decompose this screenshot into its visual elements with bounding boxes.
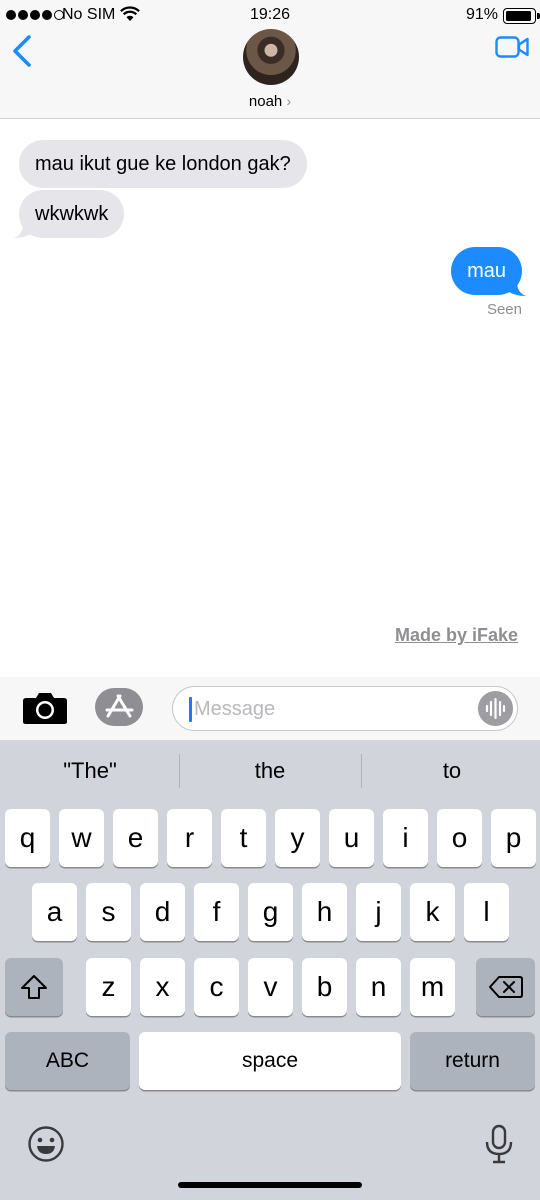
avatar[interactable] [243,29,299,85]
app-store-icon[interactable] [95,688,143,726]
key-f[interactable]: f [194,883,239,941]
audio-waveform-icon[interactable] [478,691,513,726]
keyboard: "The" the to qwertyuiop asdfghjkl zxcvbn… [0,740,540,1200]
status-bar: No SIM 19:26 91% [0,0,540,32]
home-indicator [178,1182,362,1188]
key-a[interactable]: a [32,883,77,941]
suggestion-3[interactable]: to [362,758,540,784]
key-e[interactable]: e [113,809,158,867]
camera-icon[interactable] [22,691,68,725]
battery-percent: 91% [465,6,498,23]
key-r[interactable]: r [167,809,212,867]
key-p[interactable]: p [491,809,536,867]
watermark: Made by iFake [394,625,518,645]
space-label: space [241,1049,299,1072]
chevron-right-icon: › [286,93,292,109]
key-b[interactable]: b [302,958,347,1016]
predictive-bar: "The" the to [0,740,540,802]
key-o[interactable]: o [437,809,482,867]
chevron-left-icon[interactable] [10,34,34,68]
key-w[interactable]: w [59,809,104,867]
abc-key[interactable]: ABC [5,1032,130,1090]
key-c[interactable]: c [194,958,239,1016]
key-u[interactable]: u [329,809,374,867]
key-d[interactable]: d [140,883,185,941]
key-h[interactable]: h [302,883,347,941]
key-j[interactable]: j [356,883,401,941]
space-key[interactable]: space [139,1032,401,1090]
emoji-icon[interactable] [27,1125,65,1163]
key-v[interactable]: v [248,958,293,1016]
suggestion-2[interactable]: the [180,758,360,784]
delete-key[interactable] [476,958,535,1016]
key-n[interactable]: n [356,958,401,1016]
shift-key[interactable] [5,958,63,1016]
contact-name-button[interactable]: noah › [0,93,540,110]
abc-label: ABC [45,1049,90,1072]
shift-icon [21,975,47,999]
key-i[interactable]: i [383,809,428,867]
message-input-bar: Message [0,677,540,740]
key-k[interactable]: k [410,883,455,941]
suggestion-1[interactable]: "The" [0,758,180,784]
read-receipt: Seen [486,301,522,318]
video-camera-icon[interactable] [495,36,529,58]
message-input[interactable]: Message [172,686,518,731]
key-y[interactable]: y [275,809,320,867]
message-text: mau [467,260,506,282]
return-label: return [445,1049,500,1072]
conversation-header: No SIM 19:26 91% noah › [0,0,540,119]
key-z[interactable]: z [86,958,131,1016]
bubble-tail [14,226,34,238]
text-caret [189,697,192,722]
key-s[interactable]: s [86,883,131,941]
message-placeholder: Message [194,698,276,720]
key-g[interactable]: g [248,883,293,941]
key-m[interactable]: m [410,958,455,1016]
bubble-tail [506,284,526,296]
key-x[interactable]: x [140,958,185,1016]
microphone-icon[interactable] [484,1124,514,1164]
key-q[interactable]: q [5,809,50,867]
message-text: mau ikut gue ke london gak? [35,153,291,175]
delete-icon [488,976,523,998]
battery-icon [503,8,540,24]
return-key[interactable]: return [410,1032,535,1090]
key-l[interactable]: l [464,883,509,941]
contact-name: noah [248,93,283,110]
clock: 19:26 [249,6,291,23]
message-bubble-received[interactable]: wkwkwk [19,190,125,238]
message-bubble-received[interactable]: mau ikut gue ke london gak? [19,140,307,188]
message-text: wkwkwk [35,203,109,225]
key-t[interactable]: t [221,809,266,867]
